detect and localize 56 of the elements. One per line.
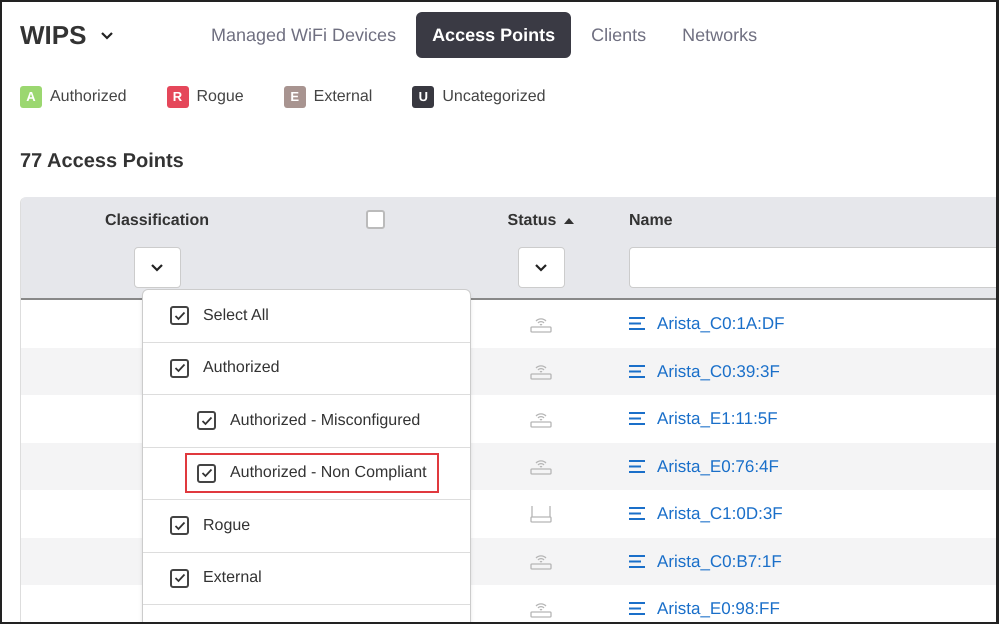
menu-icon[interactable] bbox=[629, 317, 645, 330]
category-badge: A bbox=[20, 86, 42, 108]
column-header[interactable]: Classification bbox=[104, 209, 210, 233]
menu-icon[interactable] bbox=[629, 460, 645, 473]
legend-label: External bbox=[314, 87, 372, 107]
column-header[interactable]: Status bbox=[508, 209, 556, 233]
chevron-down-icon bbox=[150, 263, 164, 272]
checkbox[interactable] bbox=[170, 516, 189, 536]
menu-icon[interactable] bbox=[629, 507, 645, 520]
checkbox[interactable] bbox=[170, 568, 189, 588]
section-heading: 77 Access Points bbox=[20, 150, 184, 172]
sort-ascending-icon[interactable] bbox=[564, 218, 574, 224]
menu-option[interactable]: External bbox=[160, 560, 272, 596]
category-badge: U bbox=[412, 86, 434, 108]
access-point-link[interactable]: Arista_C0:1A:DF bbox=[657, 311, 785, 336]
access-point-link[interactable]: Arista_C1:0D:3F bbox=[657, 501, 783, 526]
access-point-link[interactable]: Arista_E1:11:5F bbox=[657, 406, 778, 432]
chevron-down-icon bbox=[534, 263, 548, 272]
router-icon bbox=[530, 504, 552, 523]
page-title: WIPS bbox=[20, 18, 86, 52]
checkmark-icon bbox=[174, 363, 186, 374]
legend-label: Rogue bbox=[196, 87, 244, 107]
checkbox[interactable] bbox=[170, 358, 189, 378]
category-badge: R bbox=[166, 86, 188, 108]
checkmark-icon bbox=[174, 520, 186, 531]
checkmark-icon bbox=[174, 573, 186, 584]
legend-label: Uncategorized bbox=[442, 87, 546, 107]
checkbox[interactable] bbox=[197, 411, 216, 430]
access-point-link[interactable]: Arista_C0:39:3F bbox=[657, 358, 780, 384]
checkbox[interactable] bbox=[366, 210, 385, 229]
menu-option[interactable]: Authorized - Non Compliant bbox=[187, 455, 437, 492]
checkmark-icon bbox=[174, 310, 186, 321]
menu-option[interactable]: Select All bbox=[160, 298, 279, 334]
checkbox[interactable] bbox=[197, 464, 216, 483]
menu-option[interactable]: Authorized - Misconfigured bbox=[187, 402, 430, 439]
menu-icon[interactable] bbox=[629, 602, 645, 616]
access-point-link[interactable]: Arista_E0:98:FF bbox=[657, 596, 780, 622]
access-point-link[interactable]: Arista_E0:76:4F bbox=[657, 454, 779, 479]
menu-option[interactable]: Rogue bbox=[160, 508, 260, 544]
checkmark-icon bbox=[200, 468, 212, 478]
menu-icon[interactable] bbox=[629, 364, 645, 378]
tab[interactable]: Clients bbox=[575, 12, 662, 58]
checkmark-icon bbox=[200, 416, 212, 426]
chevron-down-icon bbox=[100, 30, 114, 40]
menu-option[interactable]: Authorized bbox=[160, 350, 290, 386]
checkbox[interactable] bbox=[170, 306, 189, 326]
menu-icon[interactable] bbox=[629, 554, 645, 568]
column-header[interactable]: Name bbox=[629, 209, 996, 233]
tab[interactable]: Managed WiFi Devices bbox=[195, 12, 412, 58]
name-filter-field[interactable] bbox=[629, 247, 996, 288]
tab[interactable]: Access Points bbox=[416, 12, 572, 58]
legend-label: Authorized bbox=[50, 87, 126, 107]
category-badge: E bbox=[284, 86, 306, 108]
tab[interactable]: Networks bbox=[666, 12, 774, 58]
access-point-link[interactable]: Arista_C0:B7:1F bbox=[657, 548, 782, 574]
menu-icon[interactable] bbox=[629, 412, 645, 426]
